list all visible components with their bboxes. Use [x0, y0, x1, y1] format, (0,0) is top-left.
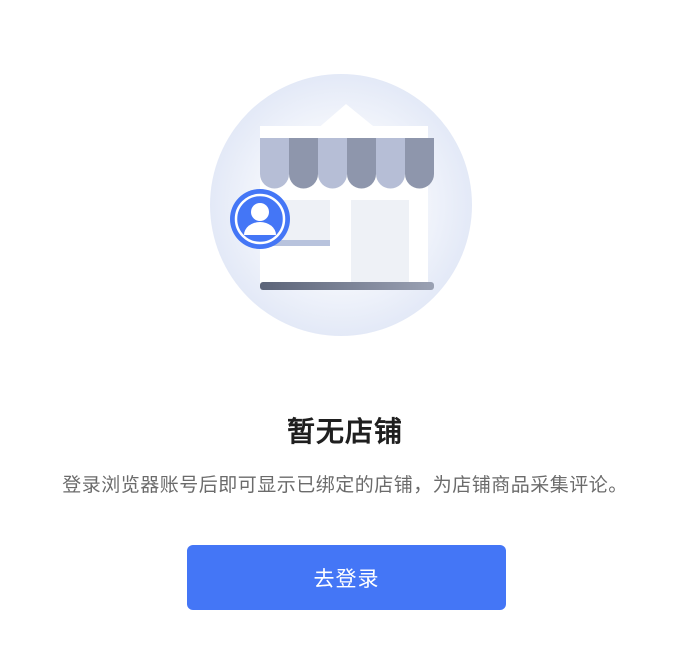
empty-state-description: 登录浏览器账号后即可显示已绑定的店铺，为店铺商品采集评论。 — [62, 474, 628, 496]
login-button[interactable]: 去登录 — [187, 545, 506, 610]
empty-state-title: 暂无店铺 — [286, 415, 403, 448]
store-illustration-icon — [210, 74, 472, 336]
